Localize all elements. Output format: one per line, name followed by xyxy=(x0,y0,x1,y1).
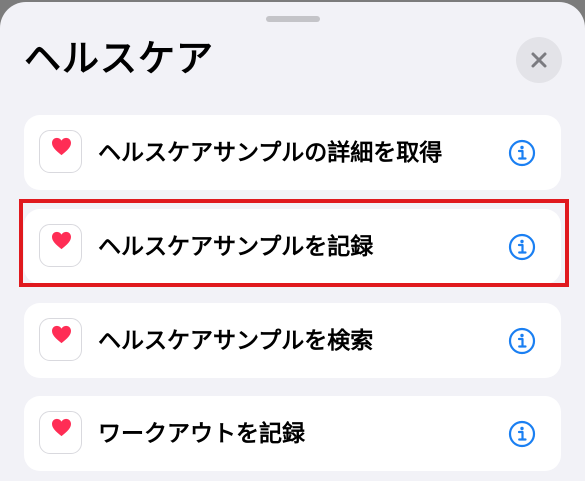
health-app-icon xyxy=(39,411,82,454)
heart-icon xyxy=(52,418,71,437)
action-label: ヘルスケアサンプルを検索 xyxy=(98,328,374,354)
action-label: ヘルスケアサンプルの詳細を取得 xyxy=(98,140,443,166)
heart-icon xyxy=(52,137,71,156)
heart-icon xyxy=(52,325,71,344)
sheet-title: ヘルスケア xyxy=(24,37,214,80)
action-row-get-health-sample-details[interactable]: ヘルスケアサンプルの詳細を取得 xyxy=(24,115,561,190)
action-row-find-health-samples[interactable]: ヘルスケアサンプルを検索 xyxy=(24,303,561,378)
sheet-grabber[interactable] xyxy=(266,16,320,22)
health-app-icon xyxy=(39,130,82,173)
info-icon[interactable] xyxy=(508,139,536,167)
close-icon xyxy=(531,52,547,68)
action-label: ワークアウトを記録 xyxy=(98,421,305,447)
info-icon[interactable] xyxy=(508,327,536,355)
highlight-box xyxy=(19,199,569,287)
info-icon[interactable] xyxy=(508,420,536,448)
close-button[interactable] xyxy=(516,37,562,83)
action-row-log-workout[interactable]: ワークアウトを記録 xyxy=(24,396,561,471)
health-app-icon xyxy=(39,318,82,361)
